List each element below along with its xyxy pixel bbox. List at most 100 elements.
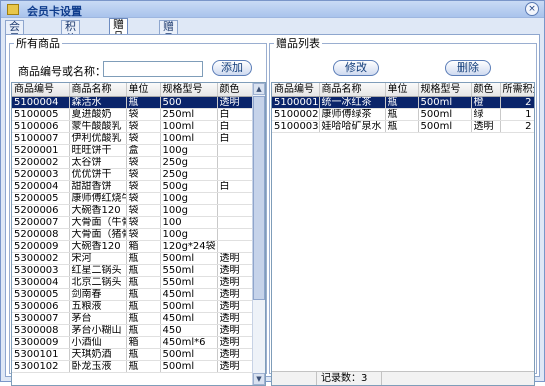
products-scrollbar[interactable]: ▲ ▼ [252,83,265,385]
tab-gift-settings[interactable]: 赠品设置 [109,18,128,67]
col-header-spec[interactable]: 规格型号 [160,83,218,97]
product-row[interactable]: 5300101 天琪奶酒瓶 500ml 透明 [12,348,254,361]
product-row-cell: 袋 [126,216,161,229]
member-card-settings-window: 会员卡设置 × 会员卡设置 积分设置 赠品设置 赠品查询 所有商品 商品编号或名… [0,0,545,386]
product-row[interactable]: 5300006 五粮液瓶 500ml 透明 [12,300,254,313]
product-row[interactable]: 5200004 甜甜香饼袋 500g 白 [12,180,254,193]
product-row-cell: 透明 [217,300,254,313]
gift-row[interactable]: 5100003 娃哈哈矿泉水瓶 500ml 透明 2 [272,120,534,133]
product-row[interactable]: 5100007 伊利优酸乳袋 100ml 白 [12,132,254,145]
product-row-cell: 100 [160,216,218,229]
product-row-cell: 5200006 [12,204,70,217]
product-row-cell: 箱 [126,240,161,253]
scroll-thumb[interactable] [253,96,265,300]
product-row-cell: 茅台小糊山 [69,324,127,337]
gift-col-header-color[interactable]: 颜色 [471,83,501,97]
edit-button[interactable]: 修改 [333,60,379,76]
gift-row[interactable]: 5100002 康师傅绿茶瓶 500ml 绿 1 [272,108,534,121]
gift-row-cell: 2 [500,120,534,133]
products-header-row: 商品编号 商品名称 单位 规格型号 颜色 [12,83,254,97]
scroll-up-icon[interactable]: ▲ [253,83,265,95]
product-row-cell: 透明 [217,96,254,109]
gift-row-cell: 瓶 [385,96,419,109]
product-row[interactable]: 5200006 大碗香120 袋 100g [12,204,254,217]
product-row[interactable]: 5200007大骨面（牛骨）袋100 [12,216,254,229]
gifts-header-row: 商品编号 商品名称 单位 规格型号 颜色 所需积分 [272,83,534,97]
gift-col-header-unit[interactable]: 单位 [385,83,419,97]
products-grid: 商品编号 商品名称 单位 规格型号 颜色 5100004 森活水瓶 500 透明 510… [11,82,266,386]
gift-row-cell: 5100001 [272,96,320,109]
product-row[interactable]: 5200002 太谷饼袋 250g [12,156,254,169]
product-row[interactable]: 5200001 旺旺饼干盒 100g [12,144,254,157]
product-row[interactable]: 5300102 卧龙玉液瓶 500ml 透明 [12,360,254,373]
tab-gift-query[interactable]: 赠品查询 [159,20,178,69]
gift-col-header-code[interactable]: 商品编号 [272,83,320,97]
product-row-cell: 100g [160,204,218,217]
tab-points[interactable]: 积分设置 [61,20,80,69]
gift-col-header-spec[interactable]: 规格型号 [418,83,472,97]
close-icon[interactable]: × [525,2,539,16]
product-row-cell: 5300004 [12,276,70,289]
product-row-cell: 5300007 [12,312,70,325]
scroll-down-icon[interactable]: ▼ [253,373,265,385]
product-row-cell: 100ml [160,132,218,145]
product-row[interactable]: 5300007 茅台瓶 450ml 透明 [12,312,254,325]
col-header-code[interactable]: 商品编号 [12,83,70,97]
product-row[interactable]: 5100004 森活水瓶 500 透明 [12,96,254,109]
product-row[interactable]: 5200003 优优饼干袋 250g [12,168,254,181]
gift-row-cell: 橙 [471,96,501,109]
delete-button[interactable]: 删除 [445,60,491,76]
product-row-cell: 袋 [126,120,161,133]
gifts-status-bar: 记录数：3 [272,371,534,385]
product-row[interactable]: 5200008大骨面（猪骨）袋100g [12,228,254,241]
gift-row-cell: 500ml [418,108,472,121]
product-row-cell: 白 [217,120,254,133]
add-button[interactable]: 添加 [212,60,252,76]
product-row-cell [217,204,254,217]
product-row[interactable]: 5300004 北京二锅头瓶 550ml 透明 [12,276,254,289]
product-row-cell: 瓶 [126,276,161,289]
product-row-cell: 550ml [160,276,218,289]
product-row-cell: 500 [160,96,218,109]
product-row[interactable]: 5300002 宋河瓶 500ml 透明 [12,252,254,265]
col-header-name[interactable]: 商品名称 [69,83,127,97]
product-row-cell: 森活水 [69,96,127,109]
product-row-cell: 5300102 [12,360,70,373]
product-row-cell: 大骨面（牛骨） [69,216,127,229]
gift-row-cell: 5100002 [272,108,320,121]
product-row[interactable]: 5200005康师傅红烧牛肉袋100g [12,192,254,205]
gift-col-header-points[interactable]: 所需积分 [500,83,534,97]
gift-row-cell: 康师傅绿茶 [319,108,386,121]
search-input[interactable] [103,61,203,77]
product-row-cell: 5100006 [12,120,70,133]
product-row[interactable]: 5300008 茅台小糊山瓶 450 透明 [12,324,254,337]
product-row-cell [217,192,254,205]
product-row-cell: 剑南春 [69,288,127,301]
gifts-grid: 商品编号 商品名称 单位 规格型号 颜色 所需积分 5100001统一冰红茶瓶5… [271,82,535,386]
product-row-cell: 500ml [160,300,218,313]
product-row-cell: 红星二锅头 [69,264,127,277]
product-row-cell: 北京二锅头 [69,276,127,289]
col-header-unit[interactable]: 单位 [126,83,161,97]
product-row-cell: 100g [160,144,218,157]
product-row[interactable]: 5300003 红星二锅头瓶 550ml 透明 [12,264,254,277]
gift-col-header-name[interactable]: 商品名称 [319,83,386,97]
product-row[interactable]: 5100006 蒙牛酸酸乳袋 100ml 白 [12,120,254,133]
product-row-cell: 瓶 [126,96,161,109]
col-header-color[interactable]: 颜色 [217,83,254,97]
tab-member-card[interactable]: 会员卡设置 [5,20,24,81]
product-row-cell: 瓶 [126,300,161,313]
gift-row-cell: 5100003 [272,120,320,133]
product-row-cell: 450ml [160,312,218,325]
product-row[interactable]: 5100005 夏进酸奶袋 250ml 白 [12,108,254,121]
all-products-group: 所有商品 商品编号或名称： 添加 商品编号 商品名称 单位 规格型号 颜色 51… [9,35,267,386]
product-row[interactable]: 5200009 大碗香120 箱 120g*24袋 [12,240,254,253]
product-row-cell: 夏进酸奶 [69,108,127,121]
gift-row[interactable]: 5100001 统一冰红茶瓶 500ml 橙 2 [272,96,534,109]
gift-row-cell: 1 [500,108,534,121]
product-row[interactable]: 5300009 小酒仙箱 450ml*6 透明 [12,336,254,349]
product-row-cell: 康师傅红烧牛肉 [69,192,127,205]
product-row-cell: 白 [217,180,254,193]
product-row-cell: 袋 [126,204,161,217]
product-row[interactable]: 5300005 剑南春瓶 450ml 透明 [12,288,254,301]
